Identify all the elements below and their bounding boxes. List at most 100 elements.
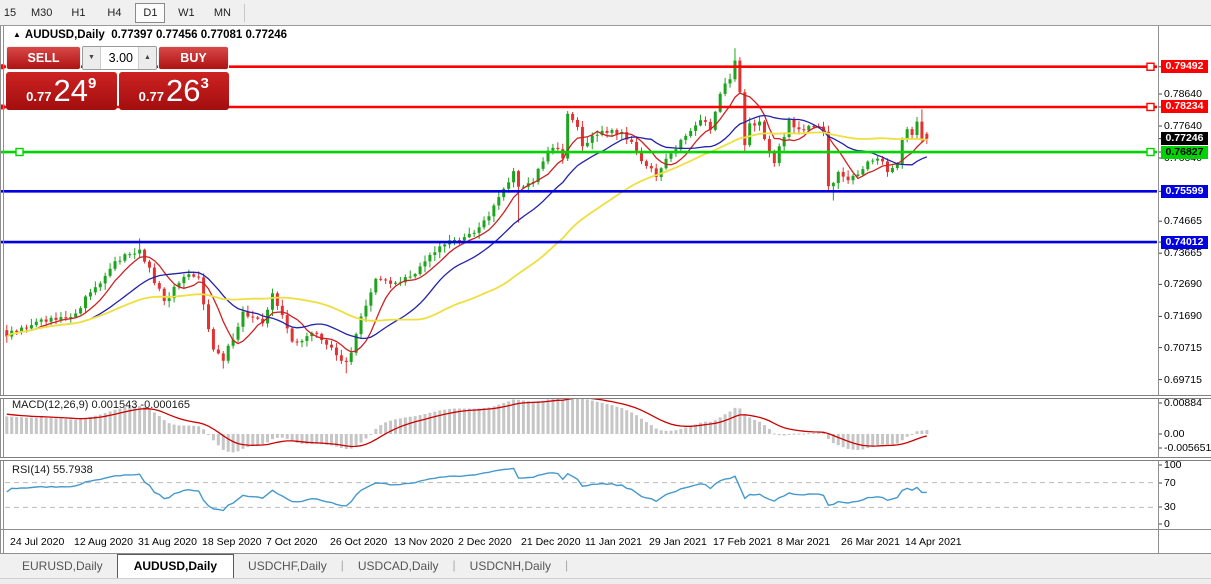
candle-body: [753, 123, 756, 125]
macd-bar: [714, 420, 717, 434]
level-line-handle[interactable]: [1147, 149, 1154, 156]
candle-body: [463, 237, 466, 240]
candle-body: [187, 274, 190, 277]
candle-body: [143, 250, 146, 262]
candle-body: [168, 298, 171, 301]
candle-body: [551, 148, 554, 151]
candle-body: [704, 120, 707, 122]
candle-body: [291, 328, 294, 341]
timeframe-button-w1[interactable]: W1: [171, 3, 201, 23]
macd-bar: [369, 434, 372, 435]
macd-bar: [635, 415, 638, 434]
volume-input[interactable]: 3.00: [101, 47, 138, 69]
macd-bar: [871, 434, 874, 447]
timeframe-button-m15[interactable]: 15: [0, 3, 20, 23]
tab-audusd-daily[interactable]: AUDUSD,Daily: [117, 554, 234, 579]
level-line-handle[interactable]: [1147, 63, 1154, 70]
macd-bar: [778, 434, 781, 435]
candle-body: [793, 120, 796, 128]
window-left-border-inner: [3, 26, 4, 583]
macd-bar: [74, 420, 77, 434]
candle-body: [35, 322, 38, 325]
timeframe-button-d1[interactable]: D1: [135, 3, 165, 23]
volume-increase-button[interactable]: ▲: [138, 47, 156, 69]
candle-body: [118, 261, 121, 262]
macd-bar: [384, 422, 387, 434]
window-left-border-outer: [0, 26, 1, 583]
sell-price-display[interactable]: 0.77 24 9: [6, 72, 117, 110]
macd-bar: [551, 398, 554, 434]
macd-bar: [286, 434, 289, 439]
macd-bar: [463, 409, 466, 434]
candle-body: [783, 137, 786, 146]
candle-body: [207, 304, 210, 329]
tab-eurusd-daily[interactable]: EURUSD,Daily: [8, 555, 117, 578]
macd-bar: [69, 419, 72, 434]
macd-bar: [148, 409, 151, 434]
candle-body: [271, 293, 274, 309]
macd-bar: [232, 434, 235, 452]
date-axis-label: 8 Mar 2021: [777, 536, 830, 548]
tab-usdcad-daily[interactable]: USDCAD,Daily: [344, 555, 453, 578]
timeframe-button-h1[interactable]: H1: [63, 3, 93, 23]
candle-body: [729, 79, 732, 83]
timeframe-button-m30[interactable]: M30: [26, 3, 57, 23]
level-line-handle[interactable]: [1147, 103, 1154, 110]
candle-body: [812, 126, 815, 127]
macd-bar: [5, 416, 8, 434]
macd-bar: [768, 429, 771, 434]
macd-bar: [748, 417, 751, 434]
candle-body: [163, 289, 166, 301]
date-axis-label: 26 Mar 2021: [841, 536, 900, 548]
macd-values: 0.001543 -0.000165: [91, 399, 189, 411]
macd-bar: [758, 422, 761, 434]
candle-body: [881, 159, 884, 162]
timeframe-button-mn[interactable]: MN: [207, 3, 237, 23]
macd-bar: [640, 419, 643, 434]
macd-bar: [256, 434, 259, 445]
macd-bar: [10, 417, 13, 434]
candle-body: [104, 276, 107, 284]
candle-body: [542, 161, 545, 168]
macd-bar: [920, 431, 923, 434]
buy-price-pip-digit: 3: [200, 75, 208, 110]
chart-ohlc-values: 0.77397 0.77456 0.77081 0.77246: [111, 29, 287, 41]
candle-body: [305, 336, 308, 341]
tab-usdchf-daily[interactable]: USDCHF,Daily: [234, 555, 341, 578]
price-axis-tick-label: 0.70715: [1164, 342, 1202, 354]
candle-body: [911, 129, 914, 135]
candle-body: [369, 292, 372, 305]
macd-bar: [547, 399, 550, 434]
candle-body: [748, 123, 751, 145]
volume-decrease-button[interactable]: ▼: [83, 47, 101, 69]
sell-button[interactable]: SELL: [6, 46, 81, 70]
buy-price-display[interactable]: 0.77 26 3: [119, 72, 230, 110]
candle-body: [468, 234, 471, 237]
macd-bar: [881, 434, 884, 445]
candle-body: [763, 122, 766, 139]
macd-bar: [414, 416, 417, 434]
macd-bar: [925, 430, 928, 434]
timeframe-button-h4[interactable]: H4: [99, 3, 129, 23]
candle-body: [25, 328, 28, 329]
macd-bar: [901, 434, 904, 440]
macd-bar: [178, 425, 181, 434]
tab-usdcnh-daily[interactable]: USDCNH,Daily: [456, 555, 565, 578]
ma-mid-line: [7, 116, 927, 339]
candle-body: [79, 308, 82, 313]
candle-body: [320, 334, 323, 340]
candle-body: [556, 148, 559, 149]
macd-rsi-splitter[interactable]: [0, 457, 1211, 461]
macd-bar: [763, 425, 766, 434]
macd-bar: [556, 398, 559, 434]
candle-body: [217, 350, 220, 354]
macd-bar: [542, 401, 545, 434]
candle-body: [109, 269, 112, 276]
macd-bar: [729, 412, 732, 434]
buy-button[interactable]: BUY: [158, 46, 229, 70]
candle-body: [192, 274, 195, 276]
macd-bar: [625, 410, 628, 434]
level-line-handle[interactable]: [16, 149, 23, 156]
candle-body: [158, 283, 161, 289]
date-axis-label: 2 Dec 2020: [458, 536, 512, 548]
